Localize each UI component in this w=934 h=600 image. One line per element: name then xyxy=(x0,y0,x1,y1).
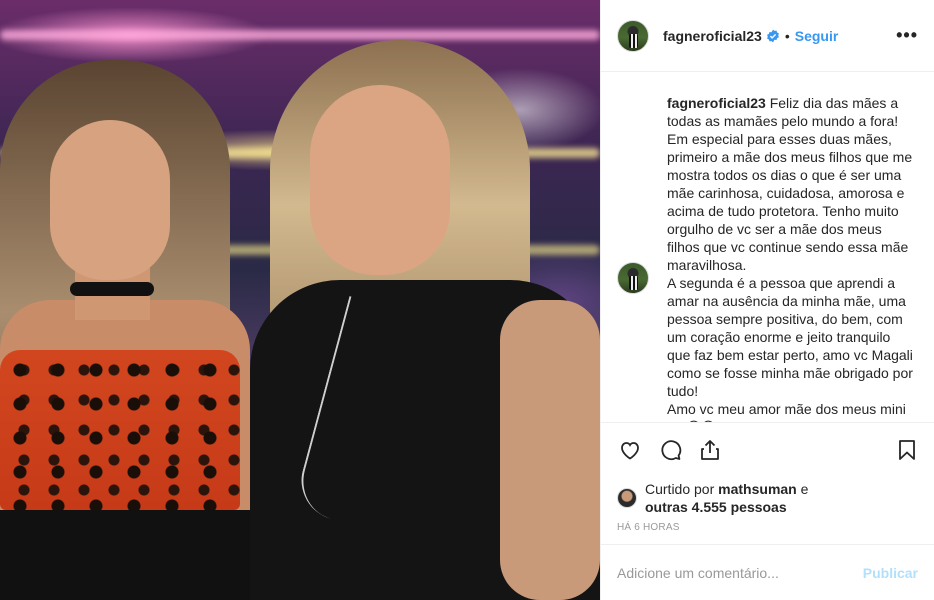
photo-black-skirt xyxy=(0,510,250,600)
likes-and: e xyxy=(800,481,809,497)
post-timestamp[interactable]: Há 6 horas xyxy=(601,520,934,544)
instagram-post: fagneroficial23 • Seguir ••• fagnerofici… xyxy=(0,0,934,600)
share-icon xyxy=(701,439,719,460)
comment-icon xyxy=(661,439,682,460)
caption-body: Feliz dia das mães a todas as mamães pel… xyxy=(667,95,913,422)
caption-text: fagneroficial23 Feliz dia das mães a tod… xyxy=(667,94,917,422)
follow-button[interactable]: Seguir xyxy=(795,28,839,44)
photo-woman-right-arm xyxy=(500,300,600,600)
share-button[interactable] xyxy=(697,437,723,463)
likes-user-link[interactable]: mathsuman xyxy=(718,481,797,497)
heart-icon xyxy=(621,441,639,460)
user-avatar[interactable] xyxy=(617,19,649,52)
liker-avatar[interactable] xyxy=(617,488,637,508)
save-button[interactable] xyxy=(894,437,920,463)
post-header: fagneroficial23 • Seguir ••• xyxy=(601,0,934,72)
caption-row: fagneroficial23 Feliz dia das mães a tod… xyxy=(617,94,918,422)
photo-light-streak xyxy=(0,30,600,40)
photo-woman-left-face xyxy=(50,120,170,280)
likes-others-link[interactable]: outras 4.555 pessoas xyxy=(645,499,787,515)
header-separator: • xyxy=(784,27,790,44)
caption-username[interactable]: fagneroficial23 xyxy=(667,95,766,111)
comment-input[interactable] xyxy=(617,564,863,581)
post-photo[interactable] xyxy=(0,0,600,600)
comment-form: Publicar xyxy=(601,544,934,600)
photo-choker xyxy=(70,282,154,296)
post-sidebar: fagneroficial23 • Seguir ••• fagnerofici… xyxy=(600,0,934,600)
caption-area[interactable]: fagneroficial23 Feliz dia das mães a tod… xyxy=(601,72,934,422)
header-username[interactable]: fagneroficial23 xyxy=(663,28,762,44)
publish-button[interactable]: Publicar xyxy=(863,565,918,581)
likes-text: Curtido por mathsuman e outras 4.555 pes… xyxy=(645,480,808,516)
likes-row: Curtido por mathsuman e outras 4.555 pes… xyxy=(601,476,934,520)
bookmark-icon xyxy=(899,439,915,460)
like-button[interactable] xyxy=(617,437,643,463)
comment-button[interactable] xyxy=(657,437,683,463)
photo-leopard-top xyxy=(0,350,240,510)
action-bar xyxy=(601,422,934,476)
likes-prefix: Curtido por xyxy=(645,481,715,497)
caption-avatar[interactable] xyxy=(617,262,649,294)
more-options-icon[interactable]: ••• xyxy=(896,25,918,46)
photo-woman-right-face xyxy=(310,85,450,275)
verified-badge-icon xyxy=(766,29,779,42)
